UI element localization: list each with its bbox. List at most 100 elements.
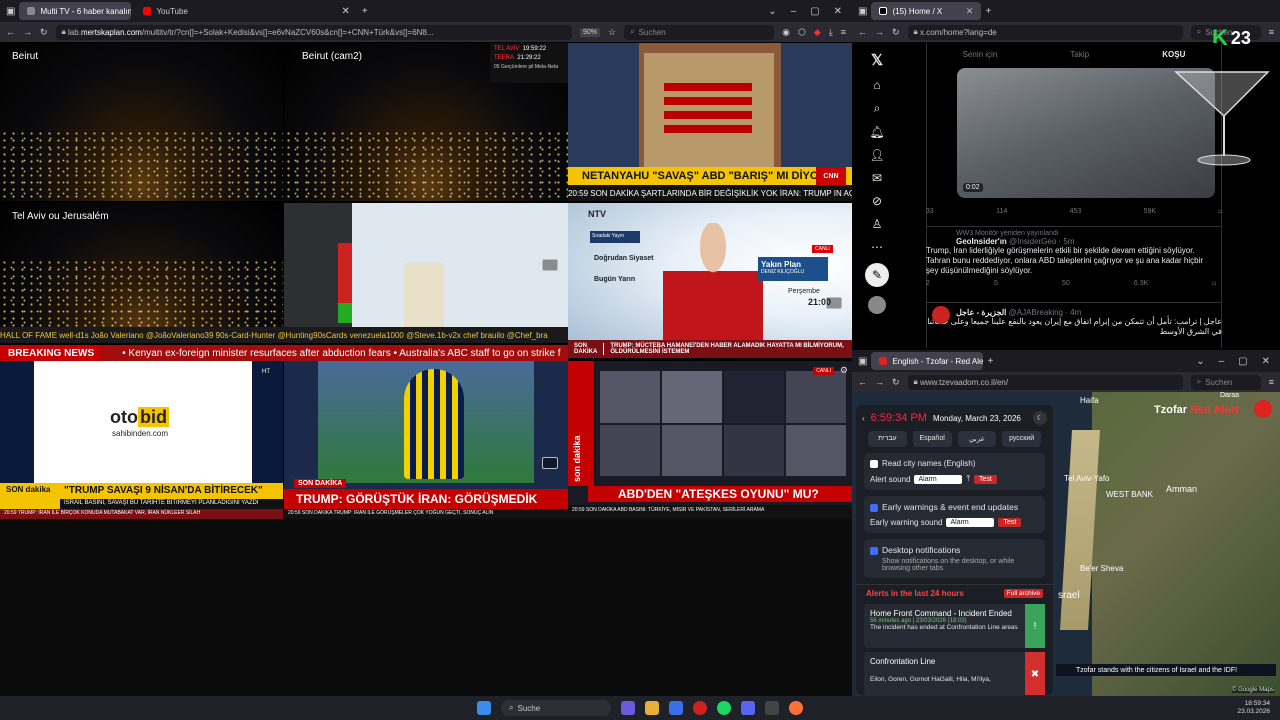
ntv-stream[interactable]: NTV Sıradaki Yayın Doğrudan Siyaset Bugün… <box>568 203 852 358</box>
tab-following[interactable]: Takip <box>1070 50 1089 59</box>
address-bar[interactable]: 🔒︎ www.tzevaadom.co.il/en/ <box>907 374 1183 390</box>
pip-icon[interactable] <box>826 297 842 309</box>
x-logo-icon[interactable]: 𝕏 <box>871 51 883 69</box>
grok-icon[interactable]: ⊘ <box>872 194 882 208</box>
tab-youtube[interactable]: YouTube <box>135 2 247 20</box>
tab-overview-icon[interactable]: ▣ <box>6 6 15 17</box>
early-warning-checkbox[interactable] <box>870 503 878 512</box>
lang-spanish[interactable]: Español <box>912 431 952 447</box>
reload-icon[interactable]: ↻ <box>892 27 900 38</box>
tweet-geoinsider[interactable]: WW3 Monitör yeniden yayınlandı GeoInside… <box>926 226 1222 288</box>
new-tab-icon[interactable]: + <box>362 6 368 17</box>
like-count[interactable]: 453 <box>1070 208 1082 216</box>
extension-icon[interactable]: ⬡ <box>798 27 806 38</box>
close-icon[interactable]: ✕ <box>966 6 974 17</box>
lang-russian[interactable]: русский <box>1002 431 1041 447</box>
reply-count[interactable]: 2 <box>926 280 930 288</box>
tab-multitv[interactable]: Multi TV - 6 haber kanalını✕ <box>19 2 132 20</box>
tab-for-you[interactable]: Senin için <box>963 50 998 59</box>
cnn-turk-stream[interactable]: NETANYAHU "SAVAŞ" ABD "BARIŞ" MI DİYOR? … <box>568 43 852 201</box>
bookmark-icon[interactable]: ⌑ <box>1218 208 1222 216</box>
like-count[interactable]: 50 <box>1062 280 1070 288</box>
forward-icon[interactable]: → <box>875 377 884 387</box>
address-bar[interactable]: 🔒︎ lab. mertskaplan.com/multitv/tr/?cn[]=… <box>55 24 573 40</box>
sports-stream[interactable]: SON DAKİKA TRUMP: GÖRÜŞTÜK İRAN: GÖRÜŞME… <box>284 361 568 519</box>
gear-icon[interactable]: ⚙ <box>840 365 848 376</box>
test-button[interactable]: Test <box>998 518 1022 527</box>
start-icon[interactable] <box>477 701 491 715</box>
test-button[interactable]: Test <box>974 474 997 484</box>
new-tab-icon[interactable]: + <box>985 6 991 17</box>
avatar[interactable] <box>868 296 886 314</box>
desktop-notification-checkbox[interactable] <box>870 546 878 555</box>
view-count[interactable]: 6.3K <box>1134 280 1148 288</box>
repost-count[interactable]: 114 <box>996 208 1007 216</box>
pip-icon[interactable] <box>542 259 558 271</box>
ublock-icon[interactable]: ◆ <box>814 27 821 38</box>
tab-x-home[interactable]: (15) Home / X ✕ <box>871 2 982 20</box>
maximize-icon[interactable]: ▢ <box>1238 356 1247 367</box>
chevron-down-icon[interactable]: ⌄ <box>768 6 776 17</box>
copilot-icon[interactable] <box>621 701 635 715</box>
repost-count[interactable]: 5 <box>994 280 998 288</box>
reload-icon[interactable]: ↻ <box>892 377 900 388</box>
messages-icon[interactable]: ✉ <box>872 171 882 185</box>
back-icon[interactable]: ← <box>858 27 867 37</box>
spotify-icon[interactable] <box>717 701 731 715</box>
menu-icon[interactable]: ≡ <box>1269 377 1274 387</box>
minimize-icon[interactable]: – <box>1219 356 1225 367</box>
a-haber-stream[interactable]: son dakika CANLI ⚙ ABD'DEN "ATEŞKES OYUN… <box>568 361 852 519</box>
system-clock[interactable]: 18:59:34 23.03.2026 <box>1237 700 1270 716</box>
maximize-icon[interactable]: ▢ <box>810 6 819 17</box>
alert-item[interactable]: Home Front Command - Incident Ended 56 m… <box>864 604 1045 648</box>
beirut-cam[interactable]: Beirut <box>0 43 283 201</box>
discord-icon[interactable] <box>741 701 755 715</box>
read-city-checkbox[interactable] <box>870 459 878 468</box>
notifications-icon[interactable]: 🔔︎ <box>869 125 884 139</box>
zoom-level[interactable]: 90% <box>580 27 601 37</box>
address-bar[interactable]: 🔒︎ x.com/home?lang=de <box>907 24 1183 40</box>
early-sound-select[interactable]: Alarm <box>946 518 995 527</box>
forward-icon[interactable]: → <box>875 27 884 37</box>
search-input[interactable]: ⌕ Suchen <box>1190 374 1261 390</box>
alert-sound-select[interactable]: Alarm <box>914 474 963 484</box>
more-icon[interactable]: ⋯ <box>871 240 883 254</box>
pip-icon[interactable] <box>542 457 558 469</box>
author-name[interactable]: GeoInsider'ın <box>956 237 1007 246</box>
full-archive-button[interactable]: Full archive <box>1003 589 1043 598</box>
collapse-icon[interactable]: ‹ <box>862 414 865 423</box>
search-icon[interactable]: ⌕ <box>874 101 881 116</box>
opera-icon[interactable] <box>693 701 707 715</box>
author-name[interactable]: الجزيرة - عاجل <box>956 308 1006 317</box>
post-button[interactable]: ✎ <box>865 263 889 287</box>
tweet-aljazeera[interactable]: الجزيرة - عاجل @AJABreaking · 4m عاجل | … <box>926 302 1222 346</box>
new-tab-icon[interactable]: + <box>987 356 993 367</box>
close-icon[interactable]: ✕ <box>341 6 349 17</box>
account-icon[interactable]: ◉ <box>782 27 790 38</box>
search-input[interactable]: ⌕ Suchen <box>624 24 775 40</box>
dark-mode-icon[interactable]: ☾ <box>1033 411 1047 425</box>
tab-kosu[interactable]: KOŞU <box>1162 50 1185 59</box>
alert-item[interactable]: Confrontation Line Eilon, Goren, Gornot … <box>864 652 1045 695</box>
avatar[interactable] <box>932 306 950 324</box>
view-count[interactable]: 59K <box>1144 208 1156 216</box>
minimize-icon[interactable]: – <box>791 6 797 17</box>
reload-icon[interactable]: ↻ <box>40 27 48 38</box>
map-stream[interactable] <box>284 203 568 343</box>
steam-icon[interactable] <box>765 701 779 715</box>
upload-icon[interactable]: ⤒ <box>966 474 970 484</box>
lang-arabic[interactable]: عربي <box>957 431 997 447</box>
forward-icon[interactable]: → <box>23 27 32 37</box>
tab-overview-icon[interactable]: ▣ <box>858 6 867 17</box>
back-icon[interactable]: ← <box>6 27 15 37</box>
download-icon[interactable]: ⤓ <box>829 27 833 38</box>
close-window-icon[interactable]: ✕ <box>1262 356 1270 367</box>
haberturk-stream[interactable]: HT oto bid sahibinden.com SON dakika "TRU… <box>0 361 283 519</box>
follow-icon[interactable]: 👤︎ <box>869 148 884 162</box>
home-icon[interactable]: ⌂ <box>873 78 880 92</box>
store-icon[interactable] <box>669 701 683 715</box>
profile-icon[interactable]: ♙ <box>872 217 883 231</box>
reply-count[interactable]: 33 <box>926 208 934 216</box>
lang-hebrew[interactable]: עברית <box>868 431 907 447</box>
telaviv-cam[interactable]: Tel Aviv ou Jerusalém <box>0 203 283 343</box>
